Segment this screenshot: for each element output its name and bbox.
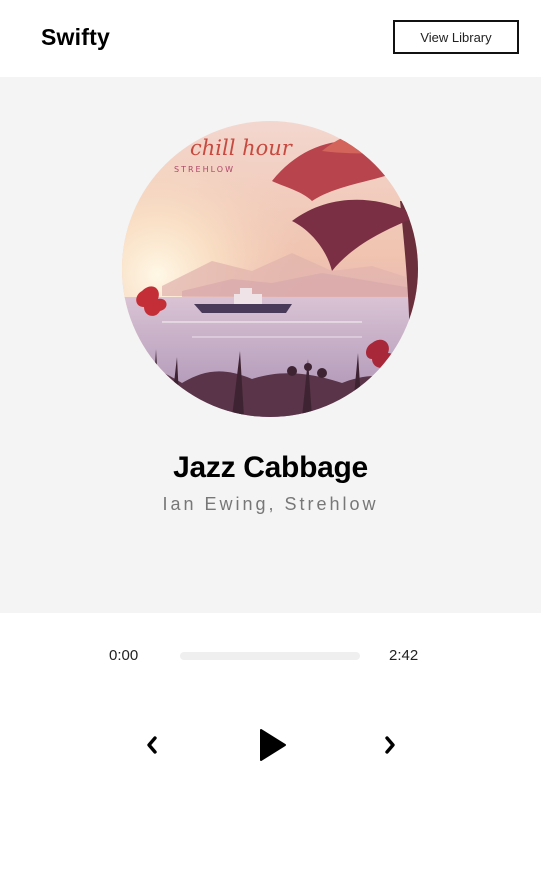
now-playing-section: chill hour STREHLOW Jazz Cabbage Ian Ewi… (0, 77, 541, 613)
album-cover: chill hour STREHLOW (122, 121, 418, 417)
view-library-button[interactable]: View Library (393, 20, 519, 54)
progress-bar[interactable] (180, 652, 360, 660)
previous-track-button[interactable] (138, 731, 166, 759)
current-time: 0:00 (109, 647, 139, 664)
app-logo[interactable]: Swifty (41, 24, 110, 51)
svg-text:chill hour: chill hour (190, 136, 294, 160)
player-controls: 0:00 2:42 (0, 613, 541, 896)
top-navbar: Swifty View Library (0, 0, 541, 77)
song-title: Jazz Cabbage (173, 451, 368, 484)
play-icon (260, 729, 286, 761)
play-button[interactable] (252, 725, 292, 765)
svg-text:STREHLOW: STREHLOW (174, 165, 235, 174)
next-track-button[interactable] (376, 731, 404, 759)
song-artist: Ian Ewing, Strehlow (162, 494, 379, 514)
chevron-left-icon (147, 736, 157, 754)
track-duration: 2:42 (389, 647, 419, 664)
chevron-right-icon (385, 736, 395, 754)
album-cover-art: chill hour STREHLOW (122, 121, 418, 417)
